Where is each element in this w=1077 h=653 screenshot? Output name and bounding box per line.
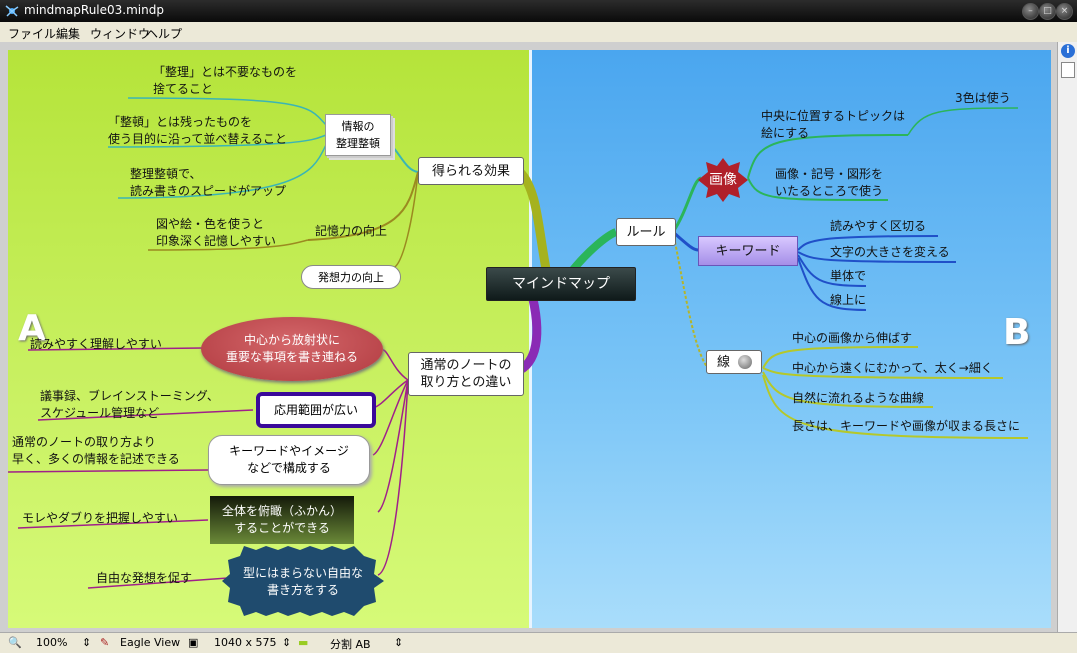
line-item-4[interactable]: 長さは、キーワードや画像が収まる長さに	[792, 418, 1020, 435]
image-item-1[interactable]: 中央に位置するトピックは 絵にする	[761, 108, 905, 142]
mindmap-canvas[interactable]: A B マインドマップ 得られる効果 情報の 整理整頓 「整理」とは不要なものを…	[8, 50, 1051, 628]
image-sub[interactable]: 3色は使う	[955, 90, 1011, 107]
line-item-2[interactable]: 中心から遠くにむかって、太く→細く	[792, 360, 993, 377]
topic-organize[interactable]: 情報の 整理整頓	[325, 114, 391, 156]
close-icon[interactable]: ×	[1056, 3, 1073, 20]
app-icon	[5, 5, 19, 17]
menu-bar: ファイル 編集 ウィンドウ ヘルプ	[0, 22, 1077, 42]
split-icon[interactable]: ▬	[298, 636, 308, 649]
radial-detail[interactable]: 読みやすく理解しやすい	[30, 336, 162, 353]
topic-free[interactable]: 型にはまらない自由な 書き方をする	[230, 562, 376, 602]
eagle-view-icon[interactable]: ✎	[100, 636, 109, 649]
split-spinner-icon[interactable]: ⇕	[394, 636, 403, 649]
topic-line-label: 線	[717, 354, 731, 370]
free-detail[interactable]: 自由な発想を促す	[96, 570, 192, 587]
keyword-item-4[interactable]: 線上に	[830, 292, 866, 309]
topic-effects[interactable]: 得られる効果	[418, 157, 524, 185]
zoom-select[interactable]: 100%	[36, 636, 67, 649]
image-item-2[interactable]: 画像・記号・図形を いたるところで使う	[775, 166, 883, 200]
topic-diff[interactable]: 通常のノートの 取り方との違い	[408, 352, 524, 396]
branch-center-effects	[516, 168, 553, 281]
eagle-view-label[interactable]: Eagle View	[120, 636, 180, 649]
topic-overview[interactable]: 全体を俯瞰（ふかん） することができる	[210, 496, 354, 544]
vertical-scrollbar[interactable]: i	[1057, 42, 1077, 632]
line-item-1[interactable]: 中心の画像から伸ばす	[792, 330, 912, 347]
menu-edit[interactable]: 編集	[56, 25, 80, 42]
topic-keyword[interactable]: キーワード	[698, 236, 798, 266]
menu-help[interactable]: ヘルプ	[146, 25, 182, 42]
list-icon	[738, 355, 753, 369]
center-topic[interactable]: マインドマップ	[486, 267, 636, 301]
keywords-detail[interactable]: 通常のノートの取り方より 早く、多くの情報を記述できる	[12, 434, 180, 468]
topic-keywords[interactable]: キーワードやイメージ などで構成する	[208, 435, 370, 485]
menu-window[interactable]: ウィンドウ	[90, 25, 150, 42]
menu-file[interactable]: ファイル	[8, 25, 56, 42]
maximize-icon[interactable]: □	[1039, 3, 1056, 20]
topic-ideas[interactable]: 発想力の向上	[301, 265, 401, 289]
topic-apps[interactable]: 応用範囲が広い	[256, 392, 376, 428]
memory-detail[interactable]: 図や絵・色を使うと 印象深く記憶しやすい	[156, 216, 276, 250]
zoom-icon[interactable]: 🔍	[8, 636, 22, 649]
split-select[interactable]: 分割 AB	[330, 636, 371, 652]
apps-detail[interactable]: 議事録、ブレインストーミング、 スケジュール管理など	[40, 388, 219, 422]
scroll-thumb[interactable]	[1061, 62, 1075, 78]
window-title: mindmapRule03.mindp	[24, 3, 164, 17]
topic-radial[interactable]: 中心から放射状に 重要な事項を書き連ねる	[201, 317, 383, 381]
organize-item-2[interactable]: 「整頓」とは残ったものを 使う目的に沿って並べ替えること	[108, 114, 287, 148]
workspace: A B マインドマップ 得られる効果 情報の 整理整頓 「整理」とは不要なものを…	[0, 42, 1057, 632]
topic-memory[interactable]: 記憶力の向上	[315, 223, 387, 240]
zoom-spinner-icon[interactable]: ⇕	[82, 636, 91, 649]
canvas-size[interactable]: 1040 x 575	[214, 636, 277, 649]
organize-item-1[interactable]: 「整理」とは不要なものを 捨てること	[153, 64, 297, 98]
organize-item-3[interactable]: 整理整頓で、 読み書きのスピードがアップ	[130, 166, 286, 200]
info-icon[interactable]: i	[1061, 44, 1075, 58]
keyword-item-1[interactable]: 読みやすく区切る	[830, 218, 926, 235]
canvas-size-icon[interactable]: ▣	[188, 636, 198, 649]
topic-image[interactable]: 画像	[698, 160, 748, 200]
status-bar: 🔍 100% ⇕ ✎ Eagle View ▣ 1040 x 575 ⇕ ▬ 分…	[0, 632, 1077, 653]
minimize-icon[interactable]: –	[1022, 3, 1039, 20]
size-spinner-icon[interactable]: ⇕	[282, 636, 291, 649]
title-bar: mindmapRule03.mindp – □ ×	[0, 0, 1077, 22]
line-item-3[interactable]: 自然に流れるような曲線	[792, 390, 924, 407]
topic-rules[interactable]: ルール	[616, 218, 676, 246]
topic-line[interactable]: 線	[706, 350, 762, 374]
keyword-item-3[interactable]: 単体で	[830, 268, 866, 285]
pane-b-label: B	[1003, 312, 1031, 353]
overview-detail[interactable]: モレやダブりを把握しやすい	[22, 510, 178, 527]
keyword-item-2[interactable]: 文字の大きさを変える	[830, 244, 950, 261]
